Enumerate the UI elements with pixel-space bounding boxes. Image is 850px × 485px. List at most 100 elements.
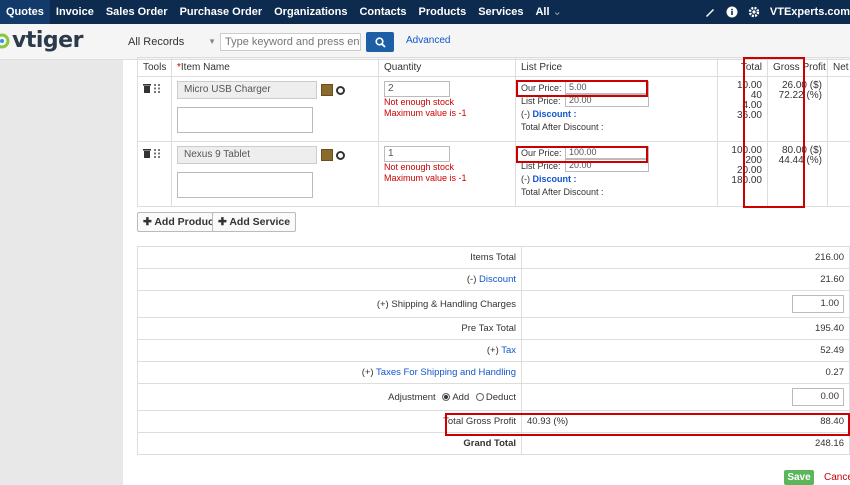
trash-icon[interactable] — [143, 149, 151, 158]
search-button[interactable] — [366, 32, 394, 52]
item-name-cell: Micro USB Charger — [171, 76, 379, 142]
tools-cell — [137, 141, 172, 207]
quantity-cell: 1 Not enough stock Maximum value is -1 — [378, 141, 516, 207]
save-button[interactable]: Save — [784, 470, 814, 485]
trash-icon[interactable] — [143, 84, 151, 93]
search-input[interactable] — [220, 33, 361, 51]
discount-link[interactable]: Discount : — [533, 174, 577, 184]
pencil-icon[interactable] — [704, 6, 716, 18]
adjustment-add-radio[interactable] — [442, 392, 451, 401]
shipping-tax-prefix: (+) — [361, 367, 374, 378]
search-bar: vtiger All Records ▼ Advanced — [0, 24, 850, 60]
shipping-field[interactable]: 1.00 — [792, 295, 844, 313]
logo-mark-icon — [0, 33, 10, 49]
total-after-discount-value: 180.00 — [731, 175, 762, 186]
total-cell: 10.00 40 4.00 36.00 — [717, 76, 768, 142]
item-description-field[interactable] — [177, 172, 313, 198]
caret-down-icon: ▼ — [208, 37, 216, 46]
gross-profit-percent-total: 40.93 (%) — [527, 416, 569, 427]
table-row: Nexus 9 Tablet 1 Not enough stock Maximu… — [137, 141, 850, 207]
discount-value: 21.60 — [521, 268, 850, 291]
adjustment-row: Adjustment Add Deduct 0.00 — [137, 383, 850, 411]
product-picker-icon[interactable] — [321, 84, 333, 96]
discount-prefix: (-) — [521, 173, 530, 184]
tax-row: (+) Tax 52.49 — [137, 339, 850, 362]
records-select-value: All Records — [128, 36, 185, 48]
items-total-label: Items Total — [137, 246, 522, 269]
add-service-button[interactable]: ✚ Add Service — [212, 212, 297, 232]
tab-products[interactable]: Products — [413, 0, 473, 24]
records-select[interactable]: All Records ▼ — [128, 33, 218, 51]
header-item-name: *Item Name — [171, 57, 379, 77]
item-name-field[interactable]: Nexus 9 Tablet — [177, 146, 317, 164]
clear-icon[interactable] — [336, 85, 345, 95]
gear-icon[interactable] — [748, 6, 760, 18]
product-picker-icon[interactable] — [321, 149, 333, 161]
overall-discount-link[interactable]: Discount — [479, 274, 516, 285]
list-price-label: List Price: — [521, 95, 561, 106]
tab-all[interactable]: All ⌄ — [529, 0, 567, 24]
tab-sales-order[interactable]: Sales Order — [100, 0, 174, 24]
max-value-error: Maximum value is -1 — [384, 108, 467, 118]
shipping-tax-label-cell: (+) Taxes For Shipping and Handling — [137, 361, 522, 384]
stock-error: Not enough stock — [384, 162, 455, 172]
add-product-button[interactable]: ✚ Add Product — [137, 212, 224, 232]
pre-tax-value: 195.40 — [521, 317, 850, 340]
header-tools: Tools — [137, 57, 172, 77]
nav-right: VTExperts.com — [694, 0, 850, 24]
adjustment-cell: 0.00 — [521, 383, 850, 411]
item-description-field[interactable] — [177, 107, 313, 133]
add-product-label: Add Product — [154, 216, 218, 228]
adjustment-deduct-radio[interactable] — [475, 392, 484, 401]
tax-link[interactable]: Tax — [501, 345, 516, 356]
shipping-tax-link[interactable]: Taxes For Shipping and Handling — [376, 367, 516, 378]
grand-total-label: Grand Total — [137, 432, 522, 455]
list-price-field[interactable]: 20.00 — [565, 94, 649, 107]
tab-contacts[interactable]: Contacts — [353, 0, 412, 24]
pre-tax-label: Pre Tax Total — [137, 317, 522, 340]
list-price-field[interactable]: 20.00 — [565, 159, 649, 172]
tab-all-label: All — [535, 6, 550, 18]
tab-services[interactable]: Services — [472, 0, 529, 24]
advanced-search-link[interactable]: Advanced — [406, 35, 450, 46]
cancel-link[interactable]: Cancel — [824, 472, 850, 483]
adjustment-field[interactable]: 0.00 — [792, 388, 844, 406]
max-value-error: Maximum value is -1 — [384, 173, 467, 183]
total-after-discount-value: 36.00 — [736, 110, 762, 121]
header-list-price: List Price — [515, 57, 718, 77]
header-item-name-label: Item Name — [180, 61, 230, 73]
search-icon — [374, 36, 386, 48]
tab-purchase-order[interactable]: Purchase Order — [174, 0, 269, 24]
user-menu[interactable]: VTExperts.com — [770, 6, 850, 18]
drag-handle-icon[interactable] — [154, 149, 161, 158]
discount-link[interactable]: Discount : — [533, 109, 577, 119]
adjustment-deduct-label: Deduct — [485, 391, 516, 403]
drag-handle-icon[interactable] — [154, 84, 161, 93]
discount-row: (-) Discount 21.60 — [137, 268, 850, 291]
our-price-field[interactable]: 100.00 — [565, 146, 649, 159]
quantity-field[interactable]: 1 — [384, 146, 450, 162]
stock-error: Not enough stock — [384, 97, 455, 107]
tab-quotes[interactable]: Quotes — [0, 0, 50, 24]
quantity-field[interactable]: 2 — [384, 81, 450, 97]
quantity-cell: 2 Not enough stock Maximum value is -1 — [378, 76, 516, 142]
shipping-tax-value: 0.27 — [521, 361, 850, 384]
grand-total-row: Grand Total 248.16 — [137, 432, 850, 455]
total-after-discount-label: Total After Discount : — [521, 186, 604, 197]
total-cell: 100.00 200 20.00 180.00 — [717, 141, 768, 207]
gross-profit-values: 40.93 (%) 88.40 — [521, 410, 850, 433]
tab-organizations[interactable]: Organizations — [268, 0, 353, 24]
vtiger-logo[interactable]: vtiger — [0, 28, 110, 54]
tab-invoice[interactable]: Invoice — [50, 0, 100, 24]
our-price-field[interactable]: 5.00 — [565, 81, 649, 94]
shipping-cell: 1.00 — [521, 290, 850, 318]
clear-icon[interactable] — [336, 150, 345, 160]
info-icon[interactable] — [726, 6, 738, 18]
items-total-row: Items Total 216.00 — [137, 246, 850, 269]
tax-prefix: (+) — [486, 345, 499, 356]
item-name-field[interactable]: Micro USB Charger — [177, 81, 317, 99]
our-price-label: Our Price: — [521, 82, 562, 93]
tax-label-cell: (+) Tax — [137, 339, 522, 362]
list-price-label: List Price: — [521, 160, 561, 171]
adjustment-label: Adjustment — [388, 391, 436, 403]
